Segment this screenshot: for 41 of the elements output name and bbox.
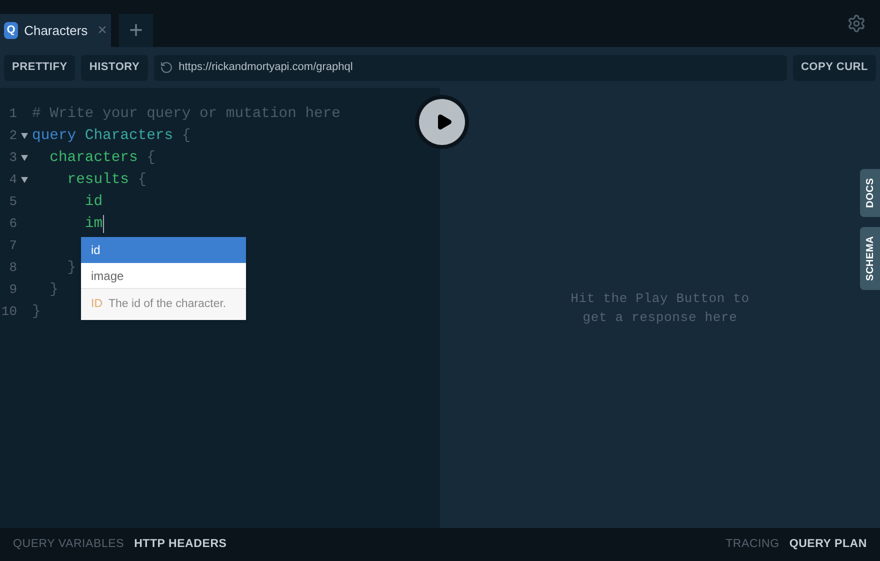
- line-number: 8: [8, 259, 17, 277]
- side-tab[interactable]: SCHEMA: [860, 226, 880, 290]
- url-field[interactable]: https://rickandmortyapi.com/graphql: [154, 54, 787, 80]
- result-hint: Hit the Play Button to get a response here: [570, 290, 750, 327]
- query-badge: Q: [4, 22, 18, 39]
- line-number: 6: [8, 215, 17, 233]
- suggestion-item[interactable]: id: [81, 237, 246, 263]
- type-label: ID: [91, 296, 102, 312]
- toolbar-button[interactable]: HISTORY: [81, 54, 148, 80]
- field-description: The id of the character.: [108, 296, 226, 312]
- code-line: id: [84, 193, 103, 212]
- fold-arrow-icon[interactable]: [21, 177, 28, 183]
- fold-arrow-icon[interactable]: [21, 155, 28, 161]
- code-line: im: [84, 214, 104, 235]
- reload-icon[interactable]: [160, 61, 173, 74]
- code-line: results {: [66, 171, 147, 190]
- line-number: 2: [8, 127, 17, 145]
- toolbar-button[interactable]: PRETTIFY: [4, 54, 76, 80]
- line-number: 9: [8, 281, 17, 299]
- code-line: }: [32, 303, 41, 322]
- line-number: 7: [8, 237, 17, 255]
- settings-icon[interactable]: [847, 14, 866, 33]
- tab-label: Characters: [24, 22, 88, 40]
- line-number: 10: [0, 303, 17, 321]
- copy-curl-button[interactable]: COPY CURL: [792, 54, 876, 80]
- line-number: 3: [8, 149, 17, 167]
- panel-tab[interactable]: HTTP HEADERS: [134, 536, 227, 554]
- suggestion-item[interactable]: image: [81, 263, 246, 289]
- query-tab[interactable]: Q Characters ×: [0, 14, 111, 47]
- line-number: 4: [8, 171, 17, 189]
- line-number: 5: [8, 193, 17, 211]
- panel-tab[interactable]: QUERY PLAN: [789, 536, 867, 554]
- code-line: query Characters {: [32, 127, 191, 146]
- code-line: characters {: [48, 149, 156, 168]
- line-number: 1: [8, 105, 17, 123]
- code-line: # Write your query or mutation here: [32, 105, 340, 124]
- fold-arrow-icon[interactable]: [21, 133, 28, 139]
- new-tab-button[interactable]: +: [119, 14, 153, 47]
- side-tab[interactable]: DOCS: [860, 169, 880, 217]
- code-line: }: [48, 281, 58, 300]
- code-line: }: [66, 259, 76, 278]
